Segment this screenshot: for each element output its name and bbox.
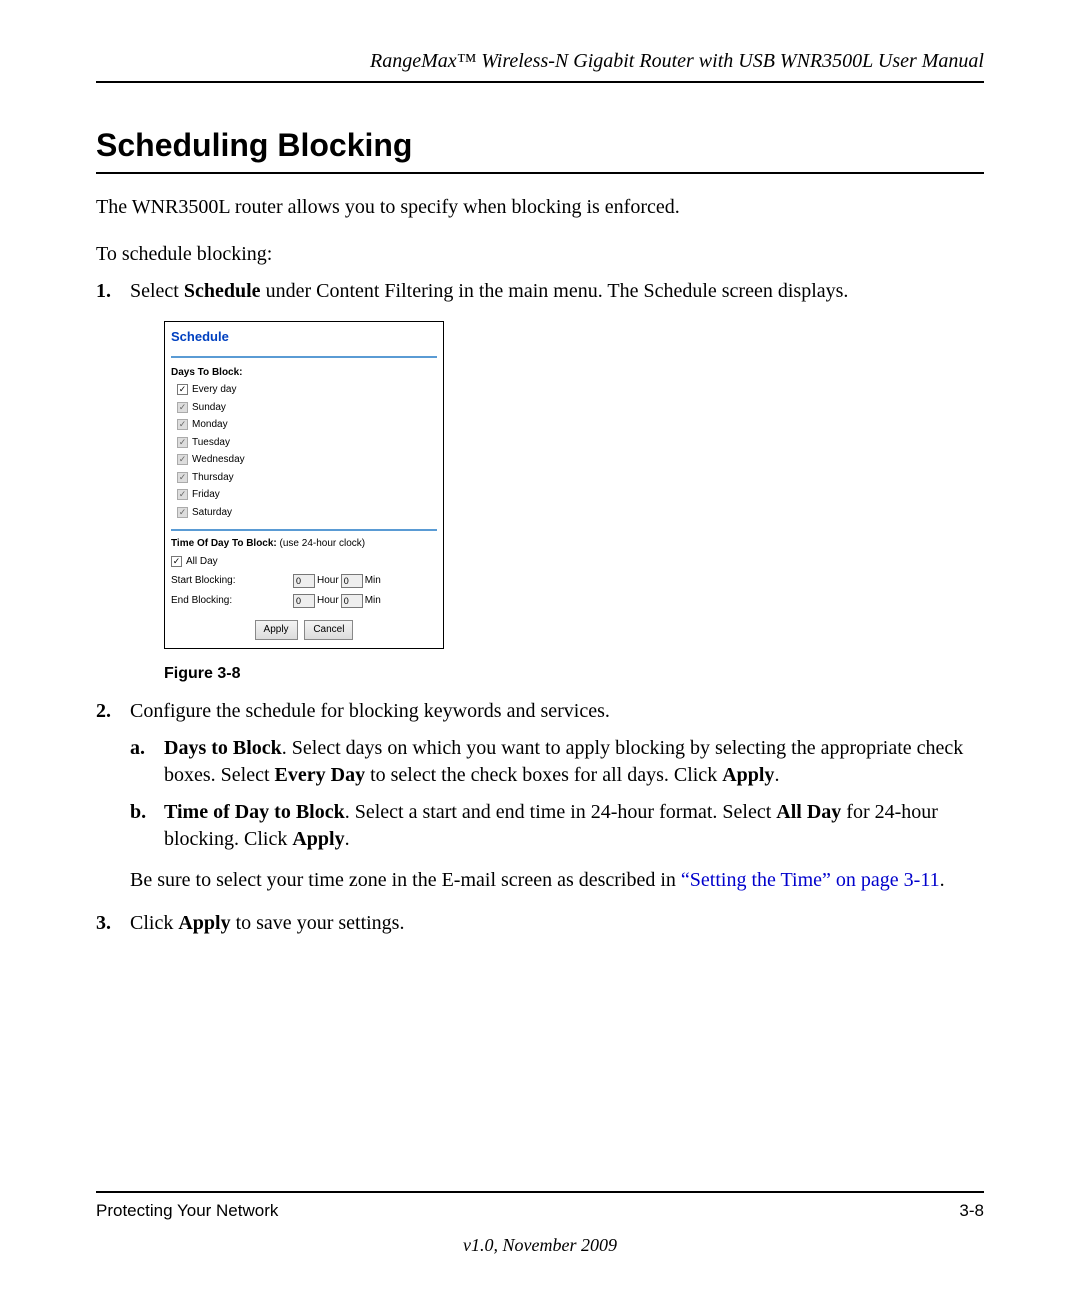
manual-page: RangeMax™ Wireless-N Gigabit Router with… xyxy=(0,0,1080,1296)
step-2a-b3: Apply xyxy=(722,764,774,786)
xref-setting-the-time[interactable]: “Setting the Time” on page 3-11 xyxy=(681,869,940,891)
ss-day-everyday: ✓ Every day xyxy=(171,383,437,397)
step-2: 2. Configure the schedule for blocking k… xyxy=(96,698,984,904)
ss-day-saturday: ✓ Saturday xyxy=(171,506,437,520)
cancel-button[interactable]: Cancel xyxy=(304,620,353,640)
ss-min-unit: Min xyxy=(365,594,381,608)
ss-divider xyxy=(171,529,437,531)
footer-version: v1.0, November 2009 xyxy=(96,1235,984,1256)
ss-min-unit: Min xyxy=(365,574,381,588)
footer-page-number: 3-8 xyxy=(959,1201,984,1221)
ss-days-heading: Days To Block: xyxy=(171,366,437,380)
checkbox-thursday[interactable]: ✓ xyxy=(177,472,188,483)
step-1-number: 1. xyxy=(96,278,130,692)
figure-3-8: Schedule Days To Block: ✓ Every day ✓ Su… xyxy=(164,321,984,684)
checkbox-everyday[interactable]: ✓ xyxy=(177,384,188,395)
ss-allday-row: ✓ All Day xyxy=(171,555,437,569)
start-hour-input[interactable]: 0 xyxy=(293,574,315,588)
ss-day-label: Sunday xyxy=(192,401,226,415)
step-2-tail-post: . xyxy=(940,869,945,891)
step-2a-letter: a. xyxy=(130,735,164,789)
step-2-number: 2. xyxy=(96,698,130,904)
ss-allday-label: All Day xyxy=(186,555,218,569)
checkbox-saturday[interactable]: ✓ xyxy=(177,507,188,518)
checkbox-sunday[interactable]: ✓ xyxy=(177,402,188,413)
checkbox-tuesday[interactable]: ✓ xyxy=(177,437,188,448)
ss-button-row: Apply Cancel xyxy=(171,620,437,640)
step-2b-b3: Apply xyxy=(292,828,344,850)
ss-day-label: Thursday xyxy=(192,471,234,485)
schedule-screenshot: Schedule Days To Block: ✓ Every day ✓ Su… xyxy=(164,321,444,649)
step-2b-t1: . Select a start and end time in 24-hour… xyxy=(345,801,777,823)
step-3-pre: Click xyxy=(130,912,178,934)
step-2b-b2: All Day xyxy=(776,801,841,823)
step-2b-b1: Time of Day to Block xyxy=(164,801,345,823)
ss-day-label: Every day xyxy=(192,383,236,397)
end-min-input[interactable]: 0 xyxy=(341,594,363,608)
ss-day-label: Monday xyxy=(192,418,228,432)
ss-day-sunday: ✓ Sunday xyxy=(171,401,437,415)
step-1: 1. Select Schedule under Content Filteri… xyxy=(96,278,984,692)
checkbox-allday[interactable]: ✓ xyxy=(171,556,182,567)
ss-time-heading: Time Of Day To Block: (use 24-hour clock… xyxy=(171,537,437,551)
checkbox-friday[interactable]: ✓ xyxy=(177,489,188,500)
ss-end-row: End Blocking: 0 Hour 0 Min xyxy=(171,594,437,608)
ss-day-label: Tuesday xyxy=(192,436,230,450)
step-3-post: to save your settings. xyxy=(231,912,405,934)
ss-start-row: Start Blocking: 0 Hour 0 Min xyxy=(171,574,437,588)
ss-day-wednesday: ✓ Wednesday xyxy=(171,453,437,467)
step-2a-t3: . xyxy=(774,764,779,786)
step-3-bold: Apply xyxy=(178,912,230,934)
step-1-bold: Schedule xyxy=(184,280,261,302)
ss-day-label: Friday xyxy=(192,488,220,502)
step-2b: b. Time of Day to Block. Select a start … xyxy=(130,799,984,853)
step-2a-t2: to select the check boxes for all days. … xyxy=(365,764,722,786)
ss-day-monday: ✓ Monday xyxy=(171,418,437,432)
checkbox-monday[interactable]: ✓ xyxy=(177,419,188,430)
ss-time-heading-rest: (use 24-hour clock) xyxy=(277,538,365,549)
ss-time-heading-bold: Time Of Day To Block: xyxy=(171,538,277,549)
step-2a: a. Days to Block. Select days on which y… xyxy=(130,735,984,789)
end-hour-input[interactable]: 0 xyxy=(293,594,315,608)
page-footer: Protecting Your Network 3-8 v1.0, Novemb… xyxy=(96,1191,984,1256)
step-2a-b1: Days to Block xyxy=(164,737,282,759)
step-2-text: Configure the schedule for blocking keyw… xyxy=(130,700,610,722)
ss-day-label: Wednesday xyxy=(192,453,245,467)
ss-day-tuesday: ✓ Tuesday xyxy=(171,436,437,450)
ss-title: Schedule xyxy=(171,328,437,358)
ss-day-label: Saturday xyxy=(192,506,232,520)
ss-start-label: Start Blocking: xyxy=(171,574,291,588)
page-title: Scheduling Blocking xyxy=(96,127,984,174)
ss-hour-unit: Hour xyxy=(317,574,339,588)
start-min-input[interactable]: 0 xyxy=(341,574,363,588)
checkbox-wednesday[interactable]: ✓ xyxy=(177,454,188,465)
intro-para-2: To schedule blocking: xyxy=(96,241,984,268)
step-2-tail-pre: Be sure to select your time zone in the … xyxy=(130,869,681,891)
step-2a-b2: Every Day xyxy=(275,764,366,786)
step-2b-letter: b. xyxy=(130,799,164,853)
ss-day-friday: ✓ Friday xyxy=(171,488,437,502)
ss-end-label: End Blocking: xyxy=(171,594,291,608)
step-3: 3. Click Apply to save your settings. xyxy=(96,910,984,937)
body-content: The WNR3500L router allows you to specif… xyxy=(96,194,984,937)
intro-para-1: The WNR3500L router allows you to specif… xyxy=(96,194,984,221)
step-1-text-post: under Content Filtering in the main menu… xyxy=(261,280,849,302)
step-3-number: 3. xyxy=(96,910,130,937)
apply-button[interactable]: Apply xyxy=(255,620,298,640)
ss-hour-unit: Hour xyxy=(317,594,339,608)
step-1-text-pre: Select xyxy=(130,280,184,302)
ss-day-thursday: ✓ Thursday xyxy=(171,471,437,485)
running-header: RangeMax™ Wireless-N Gigabit Router with… xyxy=(96,50,984,83)
figure-caption: Figure 3-8 xyxy=(164,663,984,685)
step-2b-t3: . xyxy=(345,828,350,850)
footer-chapter-title: Protecting Your Network xyxy=(96,1201,278,1221)
